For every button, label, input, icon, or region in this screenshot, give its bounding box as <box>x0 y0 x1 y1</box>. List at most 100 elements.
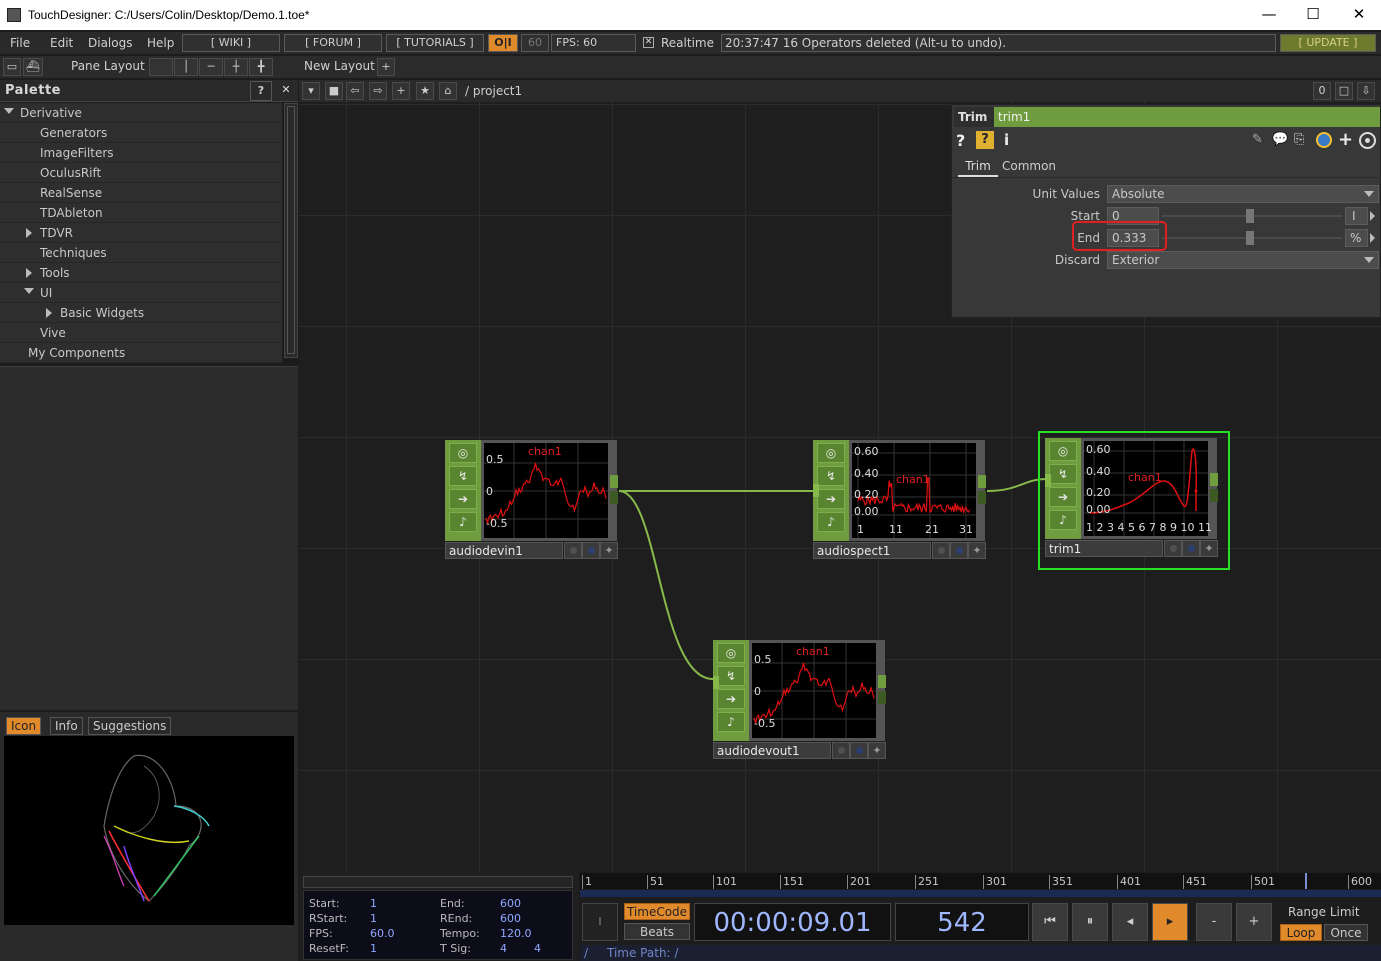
operator-name[interactable]: audiodevout1 <box>713 742 831 759</box>
python-help-icon[interactable]: ? <box>976 131 994 149</box>
operator-name[interactable]: audiospect1 <box>813 542 931 559</box>
display-flag[interactable] <box>950 542 968 559</box>
chevron-right-icon[interactable] <box>1370 211 1375 221</box>
output-connector-2[interactable] <box>1210 489 1218 502</box>
maximize-button[interactable]: ☐ <box>1298 4 1328 24</box>
tab-icon[interactable]: Icon <box>6 717 42 735</box>
palette-item[interactable]: Derivative <box>0 103 282 123</box>
palette-item[interactable]: TDAbleton <box>0 203 282 223</box>
step-plus-button[interactable]: + <box>1236 903 1272 941</box>
tab-trim[interactable]: Trim <box>958 157 998 177</box>
download-icon[interactable]: ⇩ <box>1357 82 1375 100</box>
chevron-right-icon[interactable] <box>46 308 52 318</box>
end-value[interactable]: 600 <box>500 897 521 910</box>
output-connector-2[interactable] <box>610 491 618 504</box>
playhead[interactable] <box>1305 873 1307 889</box>
menu-dialogs[interactable]: Dialogs <box>88 36 132 50</box>
display-flag[interactable] <box>1182 540 1200 557</box>
discard-menu[interactable]: Exterior <box>1107 251 1379 269</box>
cook-icon[interactable]: ↯ <box>1049 464 1077 484</box>
star-icon[interactable]: ★ <box>416 82 434 100</box>
palette-item[interactable]: OculusRift <box>0 163 282 183</box>
chevron-down-icon[interactable] <box>4 108 14 114</box>
start-value[interactable]: 1 <box>370 897 377 910</box>
layout-split-h-button[interactable]: ─ <box>199 58 223 76</box>
output-connector-2[interactable] <box>878 691 886 704</box>
bypass-flag[interactable] <box>832 742 850 759</box>
minimize-button[interactable]: — <box>1254 4 1284 24</box>
operator-name[interactable]: audiodevin1 <box>445 542 563 559</box>
viewer-toggle-icon[interactable]: ◎ <box>717 643 745 663</box>
operator-trim1[interactable]: ◎ ↯ ➔ ♪ chan1 0.60 0.40 0.20 0.00 1 2 3 … <box>1045 438 1219 559</box>
maximize-pane-button[interactable]: □ <box>1335 82 1353 100</box>
ship-icon[interactable]: ⛴ <box>23 58 43 76</box>
update-button[interactable]: [ UPDATE ] <box>1280 34 1376 52</box>
back-arrow-icon[interactable]: ⇦ <box>346 82 364 100</box>
layout-single-button[interactable] <box>149 58 173 76</box>
palette-item[interactable]: Vive <box>0 323 282 343</box>
tsig-numerator[interactable]: 4 <box>500 942 507 955</box>
layout-split-v-button[interactable]: │ <box>174 58 198 76</box>
tab-info[interactable]: Info <box>50 717 83 735</box>
operator-audiospect1[interactable]: ◎ ↯ ➔ ♪ chan1 0.60 0.40 0.20 0.00 1 11 2… <box>813 440 987 561</box>
palette-item[interactable]: Tools <box>0 263 282 283</box>
start-slider-handle[interactable] <box>1246 209 1254 223</box>
input-connector[interactable] <box>713 676 719 689</box>
once-button[interactable]: Once <box>1324 924 1368 941</box>
palette-item[interactable]: RealSense <box>0 183 282 203</box>
unit-values-menu[interactable]: Absolute <box>1107 185 1379 203</box>
python-icon[interactable] <box>1316 132 1332 148</box>
input-connector[interactable] <box>1045 474 1051 487</box>
timeline-range-bar[interactable] <box>580 890 1381 897</box>
viewer-toggle-icon[interactable]: ◎ <box>817 443 845 463</box>
loop-button[interactable]: Loop <box>1280 924 1322 941</box>
output-connector[interactable] <box>610 475 618 488</box>
forum-button[interactable]: [ FORUM ] <box>284 34 382 52</box>
render-flag[interactable]: ✦ <box>600 542 618 559</box>
export-arrow-icon[interactable]: ➔ <box>449 489 477 509</box>
export-arrow-icon[interactable]: ➔ <box>817 489 845 509</box>
cook-icon[interactable]: ↯ <box>449 466 477 486</box>
bypass-flag[interactable] <box>932 542 950 559</box>
timeline-cursor-button[interactable]: I <box>582 903 618 941</box>
target-icon[interactable] <box>1359 132 1376 149</box>
pencil-icon[interactable]: ✎ <box>1252 132 1263 147</box>
tempo-value[interactable]: 120.0 <box>500 927 532 940</box>
bypass-flag[interactable] <box>1164 540 1182 557</box>
menu-help[interactable]: Help <box>147 36 174 50</box>
network-menu-button[interactable]: ▾ <box>302 82 320 100</box>
palette-help-button[interactable]: ? <box>250 81 272 101</box>
palette-item[interactable]: Basic Widgets <box>0 303 282 323</box>
render-flag[interactable]: ✦ <box>968 542 986 559</box>
display-flag[interactable] <box>850 742 868 759</box>
clone-icon[interactable]: ⎘ <box>1294 132 1304 147</box>
start-unit-button[interactable]: I <box>1345 207 1368 225</box>
end-slider-handle[interactable] <box>1246 231 1254 245</box>
beats-button[interactable]: Beats <box>624 923 690 940</box>
palette-close-button[interactable]: ✕ <box>276 81 296 101</box>
palette-item[interactable]: My Components <box>0 343 282 363</box>
cook-icon[interactable]: ↯ <box>817 466 845 486</box>
add-parameter-icon[interactable]: + <box>1338 129 1353 150</box>
palette-item[interactable]: Techniques <box>0 243 282 263</box>
realtime-checkbox[interactable]: ✕ <box>643 37 654 48</box>
fps-value[interactable]: 60.0 <box>370 927 395 940</box>
perform-mode-button[interactable]: O|I <box>488 34 518 52</box>
menu-file[interactable]: File <box>10 36 30 50</box>
operator-name[interactable]: trim1 <box>1045 540 1163 557</box>
layout-quad-button[interactable]: ╋ <box>249 58 273 76</box>
tsig-denominator[interactable]: 4 <box>534 942 541 955</box>
pause-icon[interactable]: ⏸ <box>1072 903 1108 941</box>
stop-icon[interactable]: ■ <box>325 82 343 100</box>
rstart-value[interactable]: 1 <box>370 912 377 925</box>
render-flag[interactable]: ✦ <box>1200 540 1218 557</box>
render-flag[interactable]: ✦ <box>868 742 886 759</box>
play-icon[interactable]: ▸ <box>1152 903 1188 941</box>
cook-icon[interactable]: ↯ <box>717 666 745 686</box>
output-connector-2[interactable] <box>978 491 986 504</box>
info-icon[interactable]: i <box>1004 131 1009 149</box>
operator-audiodevin1[interactable]: ◎ ↯ ➔ ♪ chan1 0.5 0 -0.5 audiodevin1 ✦ <box>445 440 619 561</box>
home-icon[interactable]: ⌂ <box>439 82 457 100</box>
time-path[interactable]: Time Path: / <box>607 946 678 960</box>
operator-name-field[interactable]: trim1 <box>994 107 1380 127</box>
